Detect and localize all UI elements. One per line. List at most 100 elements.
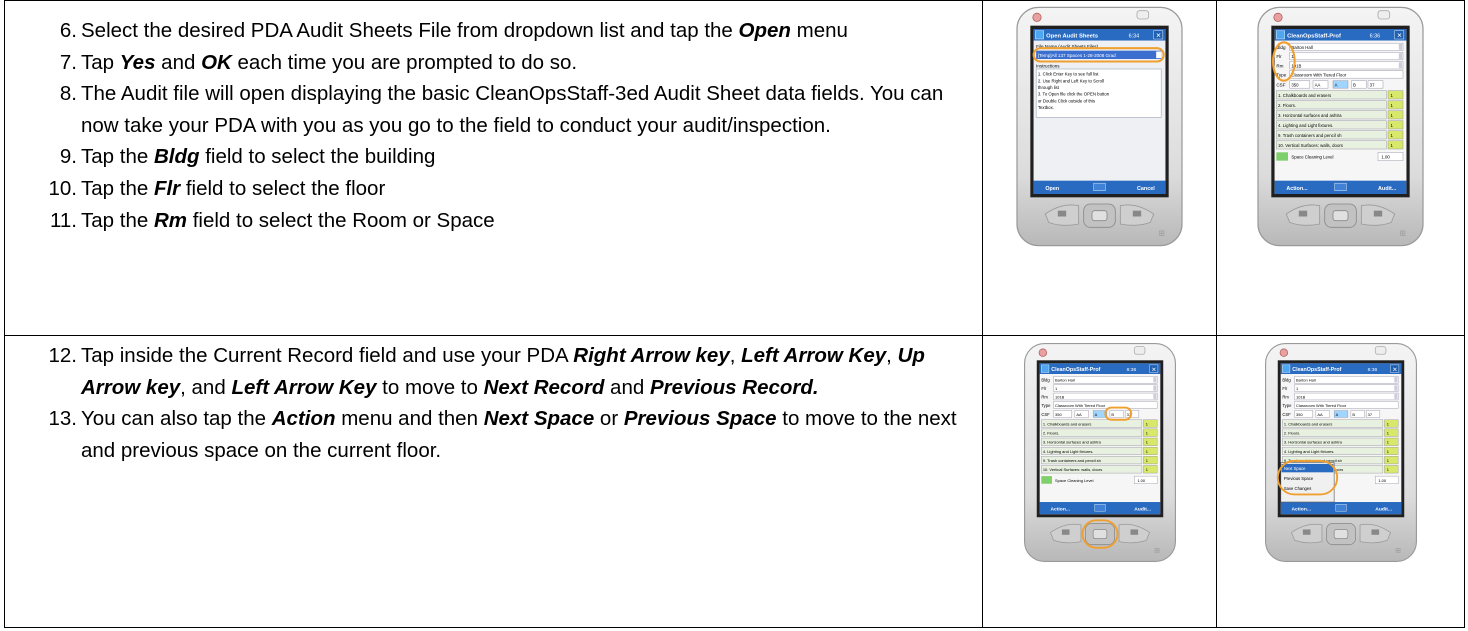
- close-icon: ✕: [1156, 33, 1162, 40]
- dropdown-arrow-icon: [1156, 51, 1162, 59]
- power-led: [1273, 12, 1283, 22]
- dpad-center: [1091, 210, 1108, 222]
- instructions-line: 3. To Open file click the OPEN button: [1038, 92, 1110, 97]
- step-keyword: Previous Space: [623, 407, 777, 431]
- score-value: 1: [1386, 458, 1388, 463]
- step-keyword: Next Record: [483, 375, 605, 399]
- step-text: field to select the Room or Space: [187, 208, 495, 232]
- table-row: 6. Select the desired PDA Audit Sheets Fi…: [4, 0, 1465, 336]
- clock-text: 6:36: [1126, 367, 1136, 373]
- score-value: 1: [1145, 467, 1147, 472]
- step-keyword: Rm: [153, 208, 187, 232]
- csf-value: B: [1352, 412, 1355, 417]
- steps-list-1: 6. Select the desired PDA Audit Sheets Fi…: [5, 1, 982, 236]
- checklist-item-text: 4. Lighting and Light fixtures.: [1042, 449, 1093, 454]
- step-item: 9. Tap the Bldg field to select the build…: [5, 141, 982, 173]
- softkey-right: Audit...: [1375, 506, 1392, 512]
- field-value: 1: [1296, 386, 1298, 391]
- score-value: 1: [1386, 431, 1388, 436]
- field-value: Classroom With Tiered Floor: [1296, 403, 1347, 408]
- step-text: ,: [729, 344, 742, 367]
- field-value: Barton Hall: [1296, 378, 1316, 383]
- step-item: 6. Select the desired PDA Audit Sheets Fi…: [5, 15, 982, 47]
- keyboard-icon: [1093, 504, 1106, 512]
- clock-text: 6:36: [1367, 367, 1377, 373]
- checklist-item-text: 4. Lighting and Light fixtures.: [1283, 449, 1334, 454]
- level-indicator: [1040, 476, 1052, 484]
- step-keyword: Left Arrow Key: [231, 375, 377, 399]
- pda-device-svg: ⊞CleanOpsStaff-Prof 6:36 ✕Bldg Barton HallF…: [1257, 6, 1424, 247]
- dropdown-arrow-icon: [1152, 393, 1156, 400]
- cleaning-level-value: 1.00: [1137, 478, 1145, 483]
- step-text: The Audit file will open displaying the …: [81, 82, 944, 137]
- checklist-item-text: 10. Vertical Surfaces: walls, doors: [1278, 143, 1343, 148]
- dropdown-arrow-icon: [1398, 44, 1403, 50]
- softkey-left: Action...: [1291, 506, 1311, 512]
- pda-audit-form-image: ⊞ CleanOpsStaff-Prof 6:36 ✕ Bldg Barton Hall F…: [1217, 1, 1464, 248]
- score-value: 1: [1386, 421, 1388, 426]
- pda-action-menu-image: ⊞ CleanOpsStaff-Prof 6:36 ✕ Bldg Barton Hall F…: [1217, 336, 1464, 563]
- checklist-item-text: 1. Chalkboards and erasers: [1042, 421, 1091, 426]
- field-label: Flr: [1041, 386, 1046, 391]
- step-number: 13.: [48, 407, 78, 431]
- step-text: each time you are prompted to do so.: [231, 50, 578, 74]
- score-value: 1: [1145, 440, 1147, 445]
- step-item: 8. The Audit file will open displaying th…: [5, 78, 982, 141]
- start-icon: [1276, 30, 1285, 40]
- step-text: You can also tap the: [81, 407, 272, 431]
- softkey-right: Audit...: [1378, 186, 1397, 192]
- field-value: 1: [1055, 386, 1057, 391]
- checklist-item-text: 1. Chalkboards and erasers: [1278, 93, 1331, 98]
- cleaning-level-label: Space Cleaning Level: [1291, 155, 1333, 160]
- step-text: and: [155, 50, 202, 74]
- windows-logo-icon: ⊞: [1154, 547, 1160, 554]
- checklist-item-text: 9. Trash containers and pencil sh: [1042, 458, 1100, 463]
- dropdown-arrow-icon: [1152, 385, 1156, 391]
- windows-logo-icon: ⊞: [1400, 229, 1406, 238]
- csf-value: A: [1335, 83, 1338, 88]
- step-item: 7. Tap Yes and OK each time you are promp…: [5, 47, 982, 79]
- start-icon: [1035, 30, 1044, 40]
- field-label: Flr: [1276, 54, 1282, 59]
- field-box: [1289, 52, 1404, 61]
- file-dropdown-value: [Temp]All 137 Spaces 1-28-2008 Grad: [1038, 53, 1116, 58]
- checklist-item-text: 3. Horizontal surfaces and ashtra: [1042, 440, 1101, 445]
- windows-logo-icon: ⊞: [1159, 229, 1165, 238]
- csf-value: AA: [1076, 412, 1082, 417]
- dropdown-arrow-icon: [1398, 53, 1403, 59]
- step-text: and: [604, 375, 650, 399]
- field-value: 101B: [1296, 394, 1306, 399]
- level-indicator: [1276, 152, 1288, 161]
- dropdown-arrow-icon: [1393, 385, 1397, 391]
- step-item: 10. Tap the Flr field to select the floor: [5, 173, 982, 205]
- hardware-icon: [1298, 210, 1308, 217]
- checklist-item-text: 10. Vertical Surfaces: walls, doors: [1042, 467, 1101, 472]
- dpad-center: [1332, 210, 1349, 222]
- step-number: 8.: [59, 82, 77, 106]
- instructions-table: 6. Select the desired PDA Audit Sheets Fi…: [4, 0, 1465, 628]
- top-slot: [1377, 10, 1391, 20]
- step-number: 10.: [48, 176, 78, 200]
- title-text: CleanOpsStaff-Prof: [1051, 367, 1100, 373]
- dropdown-arrow-icon: [1398, 62, 1403, 69]
- step-keyword: Previous Record.: [649, 375, 819, 399]
- instructions-line: 2. Use Right and Left Key to Scroll: [1038, 78, 1104, 83]
- close-icon: ✕: [1392, 366, 1397, 373]
- dropdown-arrow-icon: [1393, 377, 1397, 383]
- checklist-item-text: 2. Floors.: [1283, 431, 1299, 436]
- cleaning-level-value: 1.00: [1378, 478, 1386, 483]
- step-keyword: Yes: [119, 50, 156, 74]
- step-keyword: Bldg: [153, 145, 200, 169]
- field-box: [1289, 61, 1404, 70]
- csf-value: AA: [1315, 83, 1321, 88]
- step-number: 6.: [59, 19, 77, 42]
- action-menu-item: Previous Space: [1283, 476, 1313, 481]
- step-text: Tap the: [81, 176, 154, 200]
- checklist-item-text: 2. Floors.: [1278, 103, 1296, 108]
- step-text: Tap the: [81, 145, 154, 169]
- title-text: CleanOpsStaff-Prof: [1292, 367, 1341, 373]
- field-label: Bldg: [1282, 378, 1291, 383]
- step-keyword: Right Arrow key: [573, 344, 730, 367]
- screenshot-cell: ⊞ CleanOpsStaff-Prof 6:36 ✕ Bldg Barton Hall F…: [982, 335, 1217, 628]
- field-box: [1293, 392, 1398, 401]
